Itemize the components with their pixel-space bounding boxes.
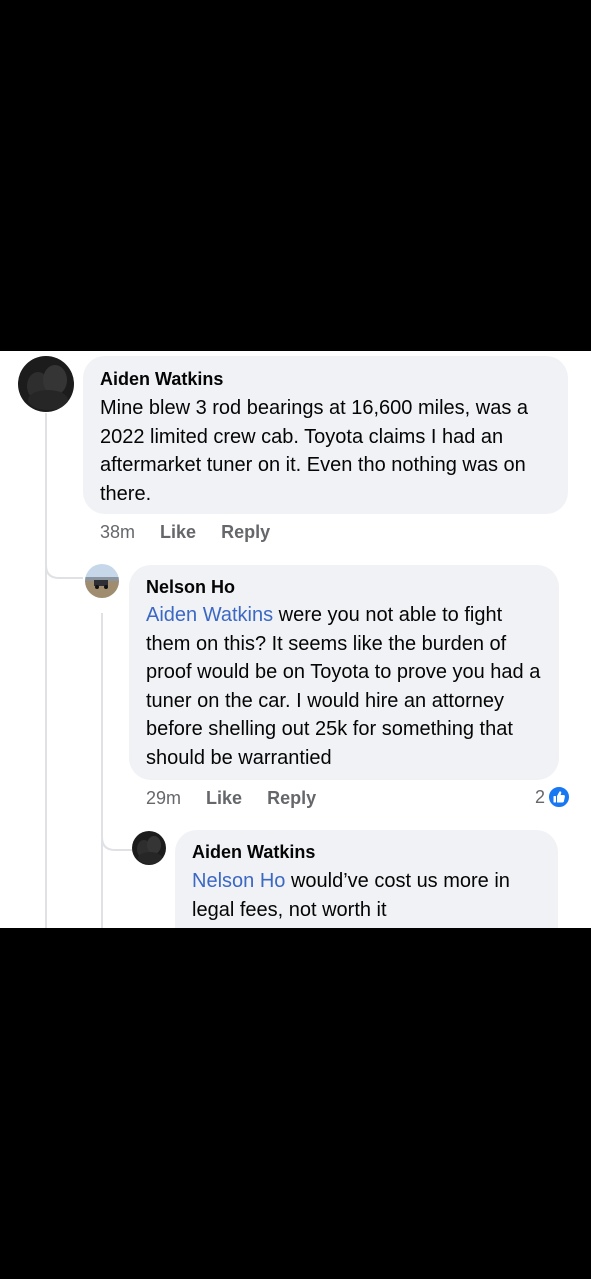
comment-timestamp: 29m [146,788,182,808]
thread-connector-nested [101,811,133,851]
comment-text-body: were you not able to fight them on this?… [146,604,541,769]
reaction-summary[interactable]: 2 [535,786,571,808]
avatar-aiden-watkins[interactable] [132,831,166,865]
comment-text: Aiden Watkins were you not able to fight… [146,601,551,772]
comment-meta: 38m Like Reply [100,522,270,543]
comment-timestamp: 38m [100,522,136,542]
comment-meta: 29m Like Reply [146,788,316,809]
like-button[interactable]: Like [206,788,242,808]
reaction-count: 2 [535,786,546,807]
reply-button[interactable]: Reply [221,522,270,542]
thumbs-up-icon [548,786,571,808]
mention-link[interactable]: Nelson Ho [192,870,285,892]
like-button[interactable]: Like [160,522,196,542]
comment-text: Mine blew 3 rod bearings at 16,600 miles… [100,397,529,505]
mention-link[interactable]: Aiden Watkins [146,604,273,626]
comment-author[interactable]: Aiden Watkins [100,369,223,390]
avatar-aiden-watkins[interactable] [18,356,74,412]
thread-line-reply [101,613,103,928]
avatar-nelson-ho[interactable] [85,564,119,598]
thread-connector-reply [45,551,83,579]
comments-panel: Aiden Watkins Mine blew 3 rod bearings a… [0,351,591,928]
reply-button[interactable]: Reply [267,788,316,808]
comment-author[interactable]: Aiden Watkins [192,842,315,863]
thread-line-main [45,413,47,928]
comment-author[interactable]: Nelson Ho [146,577,235,598]
comment-text: Nelson Ho would’ve cost us more in legal… [192,867,550,924]
